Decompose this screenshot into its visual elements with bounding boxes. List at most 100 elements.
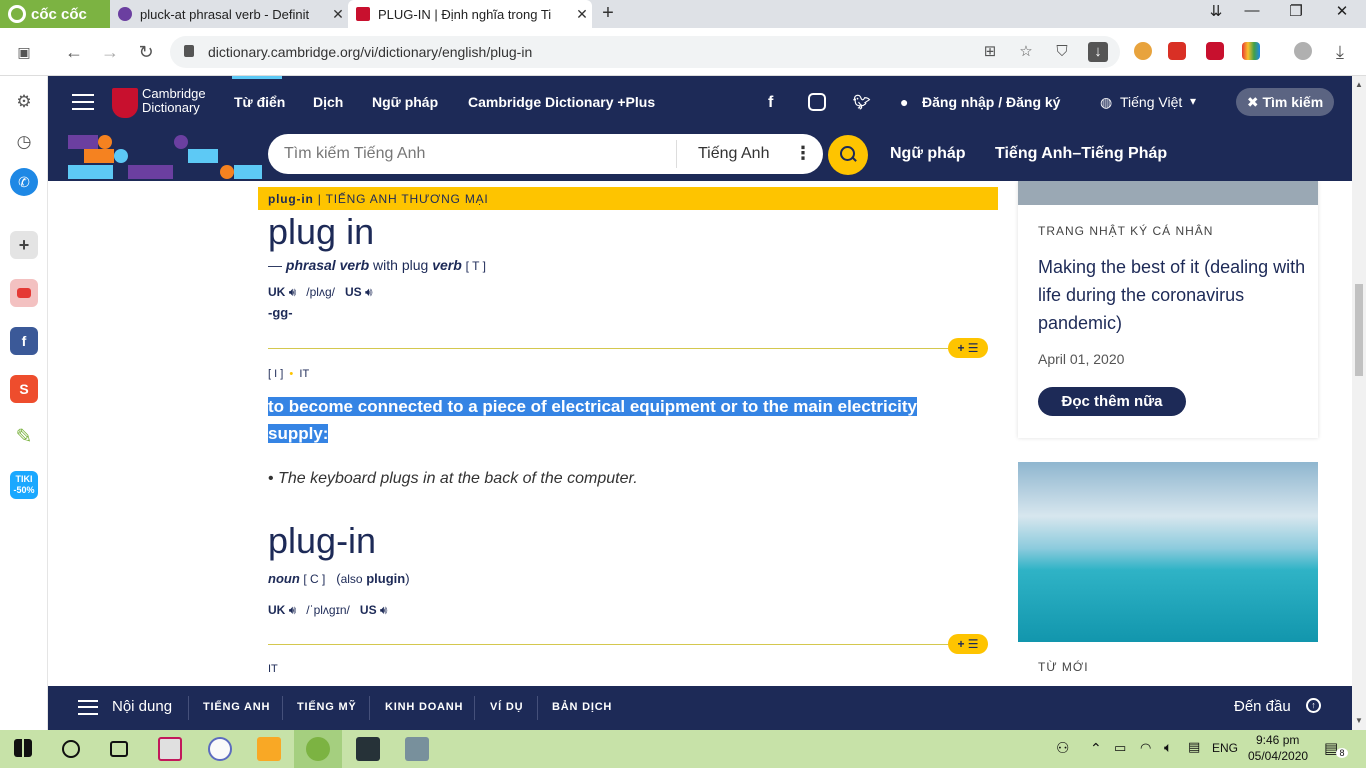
url-text[interactable]: dictionary.cambridge.org/vi/dictionary/e… [208,44,532,60]
twitter-icon[interactable]: 🐦︎ [853,94,871,111]
also-word[interactable]: plugin [366,571,405,586]
coccoc-taskbar-icon[interactable] [306,737,330,761]
windows-start-icon[interactable] [14,739,32,757]
clock-date[interactable]: 05/04/2020 [1248,749,1308,763]
login-link[interactable]: Đăng nhập / Đăng ký [922,94,1060,110]
contents-button[interactable]: Nội dung [112,698,172,715]
taskbar-tool-icon[interactable] [405,737,429,761]
subnav-grammar[interactable]: Ngữ pháp [890,145,966,163]
uk-audio-icon[interactable]: 🔊︎ [289,603,297,617]
cambridge-crest-icon[interactable] [112,88,138,118]
sidebar-toggle-icon[interactable]: ▣ [12,40,36,64]
page-scrollbar[interactable]: ▲ ▼ [1352,76,1366,730]
subnav-english-french[interactable]: Tiếng Anh–Tiếng Pháp [995,145,1167,163]
bottom-nav-business[interactable]: KINH DOANH [385,701,463,713]
extension-coccoc-icon[interactable] [1134,42,1152,60]
file-explorer-icon[interactable] [257,737,281,761]
keyboard-icon[interactable]: ▤ [1188,739,1200,755]
scrollbar-thumb[interactable] [1355,284,1363,376]
input-language[interactable]: ENG [1212,741,1238,755]
site-logo[interactable]: Cambridge Dictionary [142,87,206,115]
bottom-nav-english[interactable]: TIẾNG ANH [203,701,270,713]
new-tab-icon[interactable]: + [596,2,620,25]
us-audio-icon[interactable]: 🔊︎ [380,603,388,617]
search-toggle-button[interactable]: ✖ Tìm kiếm [1236,88,1334,116]
sticky-notes-icon[interactable] [356,737,380,761]
tab-search-icon[interactable]: ⇊ [1196,2,1236,26]
more-options-icon[interactable]: ⋮ [794,143,812,164]
nav-dictionary[interactable]: Từ điển [234,94,285,110]
scroll-down-icon[interactable]: ▼ [1355,716,1363,725]
globe-icon[interactable]: ◍ [1100,94,1112,111]
bottom-nav-american[interactable]: TIẾNG MỸ [297,701,357,713]
taskbar-app-icon[interactable] [158,737,182,761]
coccoc-menu-button[interactable]: cốc cốc [0,0,110,28]
cortana-search-icon[interactable] [62,740,80,758]
uk-audio-icon[interactable]: 🔊︎ [289,285,297,299]
tab-plug-in[interactable]: PLUG-IN | Định nghĩa trong Ti ✕ [348,0,592,28]
taskbar-paint-icon[interactable] [208,737,232,761]
shopee-icon[interactable]: S [10,375,38,403]
volume-icon[interactable]: 🔈︎ [1164,739,1172,756]
coccoc-app-icon[interactable]: ✎ [10,423,38,451]
extension-color-icon[interactable] [1242,42,1260,60]
facebook-icon[interactable]: f [10,327,38,355]
facebook-icon[interactable]: f [768,94,773,112]
maximize-icon[interactable]: ❐ [1276,2,1316,26]
search-language-select[interactable]: Tiếng Anh [698,145,769,163]
downloads-icon[interactable]: ⤓ [1328,40,1352,64]
blog-card[interactable]: TRANG NHẬT KÝ CÁ NHÂN Making the best of… [1018,181,1318,438]
instagram-icon[interactable] [808,93,826,111]
add-app-icon[interactable]: + [10,231,38,259]
arrow-up-icon[interactable]: ↑ [1306,698,1321,713]
people-icon[interactable]: ⚇ [1056,739,1069,757]
battery-icon[interactable]: ▭ [1114,740,1126,756]
back-icon[interactable]: ← [62,40,86,64]
extension-new-icon[interactable] [1168,42,1186,60]
nav-translate[interactable]: Dịch [313,94,343,110]
bottom-nav-examples[interactable]: VÍ DỤ [490,701,523,713]
new-words-image[interactable] [1018,462,1318,642]
search-icon[interactable] [828,135,868,175]
history-icon[interactable]: ◷ [10,128,38,156]
ribbon-section: TIẾNG ANH THƯƠNG MẠI [325,192,489,206]
task-view-icon[interactable] [110,741,128,757]
minimize-icon[interactable]: — [1232,2,1272,26]
bookmark-star-icon[interactable]: ☆ [1016,42,1036,62]
download-page-icon[interactable]: ↓ [1088,42,1108,62]
tab-close-icon[interactable]: ✕ [572,6,592,23]
us-audio-icon[interactable]: 🔊︎ [365,285,373,299]
extension-red-icon[interactable] [1206,42,1224,60]
bottom-nav-translations[interactable]: BẢN DỊCH [552,701,612,713]
contents-menu-icon[interactable] [78,700,98,715]
search-input[interactable]: Tìm kiếm Tiếng Anh Tiếng Anh ⋮ [268,134,823,174]
clock-time[interactable]: 9:46 pm [1256,733,1299,747]
back-to-top-link[interactable]: Đến đầu [1234,698,1291,715]
nav-plus[interactable]: Cambridge Dictionary +Plus [468,94,655,110]
read-more-button[interactable]: Đọc thêm nữa [1038,387,1186,416]
nav-grammar[interactable]: Ngữ pháp [372,94,438,110]
youtube-icon[interactable] [10,279,38,307]
close-window-icon[interactable]: ✕ [1322,2,1362,26]
blog-title[interactable]: Making the best of it (dealing with life… [1038,253,1308,337]
address-bar[interactable]: dictionary.cambridge.org/vi/dictionary/e… [170,36,1120,68]
shield-icon[interactable]: ⛉ [1052,42,1072,62]
tab-pluck-at[interactable]: pluck-at phrasal verb - Definit ✕ [110,0,348,28]
menu-hamburger-icon[interactable] [72,94,94,110]
settings-gear-icon[interactable]: ⚙ [10,88,38,116]
wifi-icon[interactable]: ◠ [1140,740,1151,756]
word-list-add-button[interactable]: + ☰ [948,634,988,654]
tab-close-icon[interactable]: ✕ [328,6,348,23]
user-icon[interactable]: ● [900,94,908,110]
language-select[interactable]: Tiếng Việt [1120,94,1182,110]
messenger-icon[interactable]: ✆ [10,168,38,196]
word-list-add-button[interactable]: + ☰ [948,338,988,358]
reload-icon[interactable]: ↻ [134,40,158,64]
tiki-icon[interactable]: TIKI -50% [10,471,38,499]
forward-icon[interactable]: → [98,40,122,64]
show-hidden-icons[interactable]: ⌃ [1090,740,1102,757]
scroll-up-icon[interactable]: ▲ [1355,80,1363,89]
translate-icon[interactable]: ⊞ [980,42,1000,62]
chevron-down-icon[interactable]: ▾ [1190,94,1196,108]
profile-avatar[interactable] [1294,42,1312,60]
